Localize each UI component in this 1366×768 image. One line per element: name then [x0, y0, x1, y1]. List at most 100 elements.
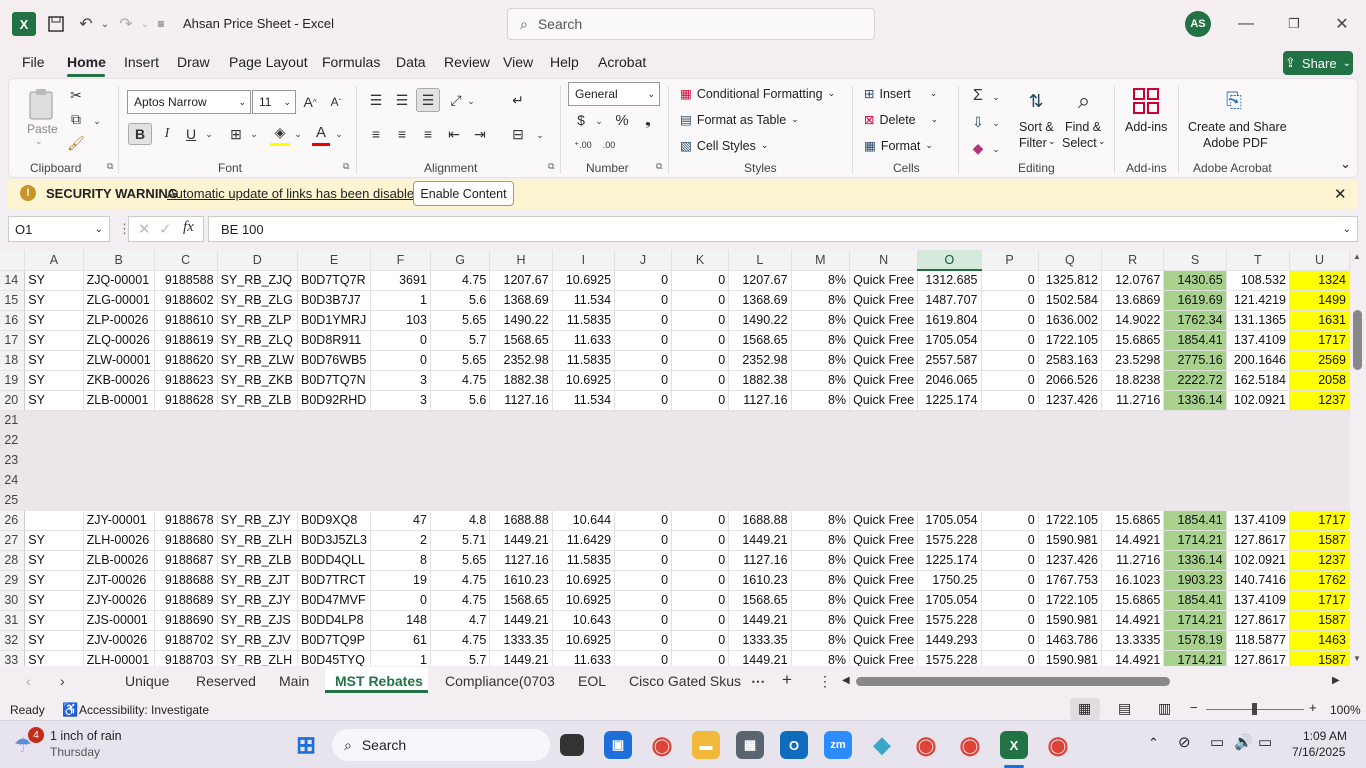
- cell-e[interactable]: B0D1YMRJ: [297, 310, 372, 331]
- cell-q[interactable]: 1502.584: [1038, 290, 1103, 311]
- cell-i[interactable]: 11.6429: [552, 530, 616, 551]
- cell-s[interactable]: 1336.14: [1163, 550, 1227, 571]
- cell-a[interactable]: SY: [24, 330, 84, 351]
- cell-i[interactable]: 10.643: [552, 610, 616, 631]
- cell-p[interactable]: 0: [981, 550, 1039, 571]
- orientation-icon[interactable]: ⤢: [446, 90, 466, 110]
- font-name-select[interactable]: Aptos Narrow ⌄: [127, 90, 251, 114]
- accessibility-status[interactable]: Accessibility: Investigate: [79, 703, 209, 717]
- copy-icon[interactable]: ⧉: [66, 110, 86, 128]
- cell-q[interactable]: [1038, 450, 1103, 471]
- cell-t[interactable]: [1226, 470, 1291, 491]
- outlook-icon[interactable]: O: [780, 731, 808, 759]
- cell-m[interactable]: 8%: [791, 270, 851, 291]
- cell-b[interactable]: ZLG-00001: [83, 290, 155, 311]
- cell-d[interactable]: SY_RB_ZJY: [217, 590, 299, 611]
- cell-i[interactable]: 11.5835: [552, 310, 616, 331]
- cell-l[interactable]: [728, 410, 792, 431]
- cell-u[interactable]: 1499: [1289, 290, 1350, 311]
- currency-dropdown-icon[interactable]: ⌄: [594, 112, 604, 130]
- cell-p[interactable]: 0: [981, 370, 1039, 391]
- clipboard-launcher-icon[interactable]: ⧉: [107, 161, 113, 172]
- cell-g[interactable]: [430, 490, 491, 511]
- cancel-entry-icon[interactable]: ✕: [138, 220, 151, 238]
- row-header[interactable]: 15: [0, 290, 26, 311]
- cell-a[interactable]: SY: [24, 630, 84, 651]
- sheet-tab-reserved[interactable]: Reserved: [196, 673, 256, 689]
- cell-styles-button[interactable]: ▧ Cell Styles ⌄: [680, 138, 768, 154]
- middle-align-icon[interactable]: ☰: [392, 90, 412, 110]
- cell-a[interactable]: SY: [24, 590, 84, 611]
- close-warning-icon[interactable]: ✕: [1334, 185, 1347, 203]
- row-header[interactable]: 24: [0, 470, 26, 491]
- cell-d[interactable]: SY_RB_ZJQ: [217, 270, 299, 291]
- cell-e[interactable]: B0D7TQ7N: [297, 370, 372, 391]
- cell-k[interactable]: [671, 450, 730, 471]
- file-explorer-icon[interactable]: ▬: [692, 731, 720, 759]
- cell-f[interactable]: 3691: [370, 270, 431, 291]
- cell-k[interactable]: 0: [671, 350, 730, 371]
- cell-o[interactable]: 1619.804: [917, 310, 982, 331]
- cell-g[interactable]: 4.7: [430, 610, 491, 631]
- minimize-icon[interactable]: —: [1232, 12, 1260, 36]
- cell-p[interactable]: 0: [981, 630, 1039, 651]
- cell-m[interactable]: [791, 410, 851, 431]
- sort-filter-dropdown-icon[interactable]: ⌄: [1048, 136, 1056, 147]
- create-pdf-label-2[interactable]: Adobe PDF: [1203, 136, 1268, 150]
- row-header[interactable]: 30: [0, 590, 26, 611]
- cell-s[interactable]: 1854.41: [1163, 330, 1227, 351]
- bold-icon[interactable]: B: [128, 123, 152, 145]
- cell-g[interactable]: 5.7: [430, 650, 491, 666]
- bottom-align-icon[interactable]: ☰: [416, 88, 440, 112]
- cell-i[interactable]: 11.5835: [552, 550, 616, 571]
- clear-dropdown-icon[interactable]: ⌄: [990, 140, 1002, 158]
- cell-m[interactable]: 8%: [791, 390, 851, 411]
- calculator-icon[interactable]: ▦: [736, 731, 764, 759]
- cell-i[interactable]: 11.534: [552, 390, 616, 411]
- align-left-icon[interactable]: ≡: [366, 124, 386, 144]
- menu-formulas[interactable]: Formulas: [322, 54, 380, 70]
- store-icon[interactable]: ▣: [604, 731, 632, 759]
- decrease-font-size-icon[interactable]: Aˇ: [326, 92, 346, 112]
- cell-m[interactable]: [791, 470, 851, 491]
- increase-decimal-icon[interactable]: ⁺.00: [572, 136, 594, 154]
- cell-h[interactable]: 1368.69: [489, 290, 553, 311]
- cell-f[interactable]: 47: [370, 510, 431, 531]
- cell-t[interactable]: 200.1646: [1226, 350, 1291, 371]
- cell-h[interactable]: 1568.65: [489, 330, 553, 351]
- sort-filter-label-2[interactable]: Filter: [1019, 136, 1047, 150]
- cell-f[interactable]: 2: [370, 530, 431, 551]
- select-all-corner[interactable]: [0, 250, 26, 271]
- cell-d[interactable]: SY_RB_ZJV: [217, 630, 299, 651]
- menu-data[interactable]: Data: [396, 54, 426, 70]
- column-header-e[interactable]: E: [297, 250, 372, 271]
- cell-e[interactable]: B0D92RHD: [297, 390, 372, 411]
- underline-dropdown-icon[interactable]: ⌄: [203, 125, 215, 143]
- cell-t[interactable]: 108.532: [1226, 270, 1291, 291]
- cell-j[interactable]: 0: [614, 330, 673, 351]
- cell-g[interactable]: 5.65: [430, 310, 491, 331]
- fill-color-icon[interactable]: ◈: [270, 122, 290, 146]
- menu-draw[interactable]: Draw: [177, 54, 210, 70]
- cell-s[interactable]: 1854.41: [1163, 510, 1227, 531]
- column-header-r[interactable]: R: [1101, 250, 1165, 271]
- cell-r[interactable]: 15.6865: [1101, 590, 1165, 611]
- cell-j[interactable]: [614, 450, 673, 471]
- cell-o[interactable]: [917, 450, 982, 471]
- cell-m[interactable]: 8%: [791, 630, 851, 651]
- row-header[interactable]: 29: [0, 570, 26, 591]
- cell-p[interactable]: [981, 410, 1039, 431]
- scroll-up-icon[interactable]: ▲: [1353, 252, 1361, 261]
- cell-u[interactable]: 1587: [1289, 650, 1350, 666]
- fill-color-dropdown-icon[interactable]: ⌄: [292, 125, 304, 143]
- cell-f[interactable]: 148: [370, 610, 431, 631]
- cell-f[interactable]: 61: [370, 630, 431, 651]
- cell-k[interactable]: 0: [671, 370, 730, 391]
- cell-k[interactable]: 0: [671, 610, 730, 631]
- cell-m[interactable]: 8%: [791, 530, 851, 551]
- cell-o[interactable]: 1487.707: [917, 290, 982, 311]
- cell-t[interactable]: 102.0921: [1226, 390, 1291, 411]
- cell-k[interactable]: 0: [671, 630, 730, 651]
- cell-k[interactable]: 0: [671, 650, 730, 666]
- cell-d[interactable]: SY_RB_ZJT: [217, 570, 299, 591]
